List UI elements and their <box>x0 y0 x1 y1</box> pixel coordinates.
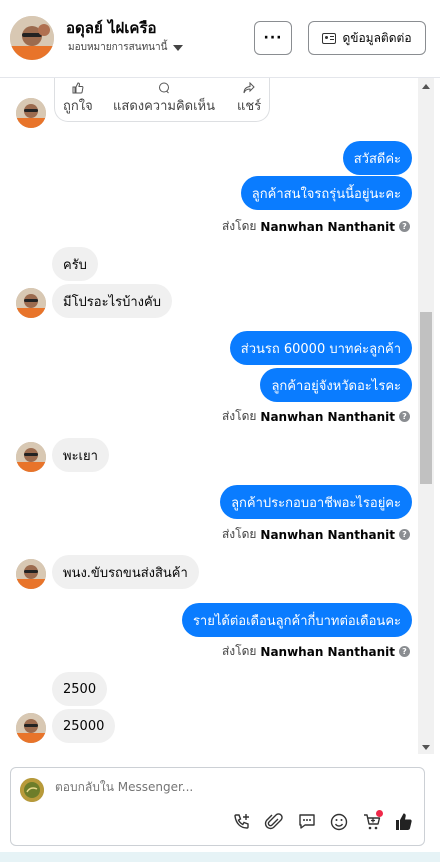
sent-by-label: ส่งโดย Nanwhan Nanthanit ? <box>222 642 410 661</box>
caret-down-icon <box>173 44 184 51</box>
contact-avatar[interactable] <box>10 16 54 60</box>
reply-input[interactable] <box>55 780 355 794</box>
scroll-up-arrow-icon[interactable] <box>422 84 430 89</box>
shop-cart-icon[interactable] <box>362 810 383 832</box>
view-contact-label: ดูข้อมูลติดต่อ <box>342 30 412 45</box>
chat-scrollbar[interactable] <box>418 78 434 754</box>
assign-conversation-dropdown[interactable]: มอบหมายการสนทนานี้ <box>68 40 184 55</box>
assign-label: มอบหมายการสนทนานี้ <box>68 42 168 53</box>
post-comment-action[interactable]: แสดงความคิดเห็น <box>113 82 215 116</box>
outgoing-message: รายได้ต่อเดือนลูกค้ากี่บาทต่อเดือนคะ <box>181 603 412 637</box>
scroll-down-arrow-icon[interactable] <box>422 745 430 750</box>
help-icon[interactable]: ? <box>399 529 410 540</box>
help-icon[interactable]: ? <box>399 411 410 422</box>
sent-by-label: ส่งโดย Nanwhan Nanthanit ? <box>222 407 410 426</box>
contact-avatar-small <box>16 98 46 128</box>
incoming-message: 25000 <box>52 709 116 743</box>
contact-avatar-small <box>16 288 46 318</box>
like-icon <box>72 82 84 94</box>
sent-by-prefix: ส่งโดย <box>221 409 257 423</box>
outgoing-message: สวัสดีค่ะ <box>342 141 412 175</box>
agent-name: Nanwhan Nanthanit <box>260 644 395 659</box>
contact-name: อดุลย์ ไฝเครือ <box>66 19 157 37</box>
notification-dot <box>376 810 383 817</box>
share-icon <box>243 82 255 94</box>
post-comment-label: แสดงความคิดเห็น <box>113 99 216 114</box>
agent-name: Nanwhan Nanthanit <box>260 219 395 234</box>
help-icon[interactable]: ? <box>399 221 410 232</box>
conversation-header: อดุลย์ ไฝเครือ มอบหมายการสนทนานี้ ··· ดู… <box>0 0 440 78</box>
thumbs-up-send-icon[interactable] <box>394 812 414 832</box>
agent-name: Nanwhan Nanthanit <box>260 527 395 542</box>
id-card-icon <box>322 32 337 44</box>
scrollbar-thumb[interactable] <box>420 312 432 484</box>
sent-by-label: ส่งโดย Nanwhan Nanthanit ? <box>222 525 410 544</box>
shared-post-card[interactable]: ถูกใจ แสดงความคิดเห็น แชร์ <box>54 78 270 122</box>
paperclip-icon[interactable] <box>264 812 284 832</box>
outgoing-message: ลูกค้าสนใจรถรุ่นนี้อยู่นะคะ <box>240 176 412 210</box>
contact-avatar-small <box>16 559 46 589</box>
help-icon[interactable]: ? <box>399 646 410 657</box>
view-contact-info-button[interactable]: ดูข้อมูลติดต่อ <box>308 21 426 55</box>
post-like-action[interactable]: ถูกใจ <box>63 82 93 116</box>
incoming-message: มีโปรอะไรบ้างคับ <box>52 284 172 318</box>
saved-reply-icon[interactable] <box>297 812 317 832</box>
agent-name: Nanwhan Nanthanit <box>260 409 395 424</box>
page-avatar <box>20 778 44 802</box>
post-share-action[interactable]: แชร์ <box>237 82 261 116</box>
post-like-label: ถูกใจ <box>63 99 93 114</box>
call-add-icon[interactable] <box>232 812 252 832</box>
incoming-message: พะเยา <box>52 438 109 472</box>
post-share-label: แชร์ <box>237 99 262 114</box>
emoji-icon[interactable] <box>329 812 349 832</box>
contact-avatar-small <box>16 713 46 743</box>
sent-by-prefix: ส่งโดย <box>221 644 257 658</box>
sent-by-prefix: ส่งโดย <box>221 527 257 541</box>
outgoing-message: ลูกค้าประกอบอาชีพอะไรอยู่คะ <box>220 485 412 519</box>
reply-composer <box>10 767 425 846</box>
contact-avatar-small <box>16 442 46 472</box>
incoming-message: 2500 <box>52 672 108 706</box>
sent-by-prefix: ส่งโดย <box>221 219 257 233</box>
outgoing-message: ส่วนรถ 60000 บาทค่ะลูกค้า <box>229 331 412 365</box>
bottom-background-strip <box>0 852 440 862</box>
outgoing-message: ลูกค้าอยู่จังหวัดอะไรคะ <box>260 368 412 402</box>
more-options-button[interactable]: ··· <box>254 21 292 55</box>
incoming-message: ครับ <box>52 247 98 281</box>
comment-icon <box>159 82 169 94</box>
incoming-message: พนง.ขับรถขนส่งสินค้า <box>52 555 199 589</box>
sent-by-label: ส่งโดย Nanwhan Nanthanit ? <box>222 217 410 236</box>
